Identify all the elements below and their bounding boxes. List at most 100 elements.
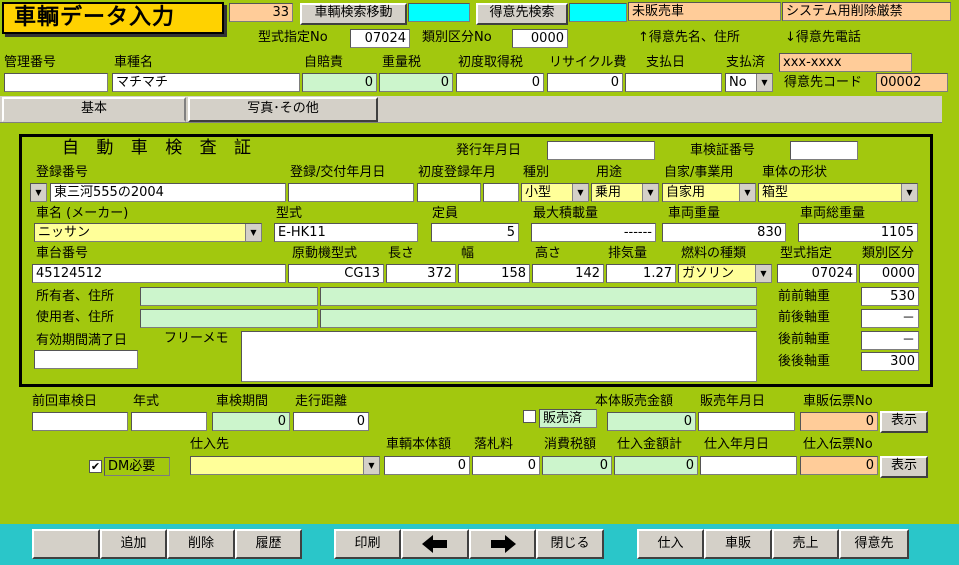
fr-axle-label: 前後軸重: [778, 310, 831, 325]
dm-checkbox[interactable]: ✔: [89, 460, 102, 473]
fee-field[interactable]: 0: [472, 456, 540, 475]
mileage-field[interactable]: 0: [293, 412, 369, 431]
customer-search-button[interactable]: 得意先検索: [476, 3, 568, 25]
chevron-down-icon[interactable]: ▼: [642, 184, 658, 201]
period-label: 車検期間: [216, 394, 269, 409]
car-sale-button[interactable]: 車販: [704, 529, 772, 559]
body-price-field[interactable]: 0: [607, 412, 696, 431]
vehicle-weight-field[interactable]: 830: [662, 223, 786, 242]
expiry-label: 有効期間満了日: [36, 333, 128, 348]
max-load-label: 最大積載量: [533, 206, 599, 221]
mgmt-no-field[interactable]: [4, 73, 108, 92]
print-button[interactable]: 印刷: [334, 529, 401, 559]
chevron-down-icon[interactable]: ▼: [755, 265, 771, 282]
issue-date-field[interactable]: [547, 141, 655, 160]
chevron-down-icon[interactable]: ▼: [31, 184, 46, 201]
tab-photo[interactable]: 写真･その他: [188, 97, 378, 122]
delete-button[interactable]: 削除: [167, 529, 235, 559]
chevron-down-icon[interactable]: ▼: [739, 184, 755, 201]
paid-select[interactable]: No ▼: [725, 73, 773, 92]
type-select[interactable]: 小型 ▼: [521, 183, 589, 202]
dm-label: DM必要: [104, 457, 170, 476]
next-button[interactable]: [469, 529, 536, 559]
total-label: 仕入金額計: [617, 437, 683, 452]
supplier-label: 仕入先: [190, 437, 230, 452]
ff-axle-field[interactable]: 530: [861, 287, 919, 306]
model-field[interactable]: E-HK11: [274, 223, 418, 242]
car-price-field[interactable]: 0: [384, 456, 470, 475]
recycle-field[interactable]: 0: [547, 73, 623, 92]
use-select[interactable]: 乗用 ▼: [591, 183, 659, 202]
first-reg-label: 初度登録年月: [418, 165, 497, 180]
model-name-field[interactable]: マチマチ: [112, 73, 300, 92]
chevron-down-icon[interactable]: ▼: [363, 457, 379, 474]
user-address-field[interactable]: [320, 309, 757, 328]
chevron-down-icon[interactable]: ▼: [901, 184, 917, 201]
chevron-down-icon[interactable]: ▼: [572, 184, 588, 201]
capacity-field[interactable]: 5: [431, 223, 519, 242]
body-select[interactable]: 箱型 ▼: [758, 183, 918, 202]
reg-date-field[interactable]: [288, 183, 414, 202]
purchase-tax-field[interactable]: 0: [542, 456, 612, 475]
first-reg-year-field[interactable]: [417, 183, 481, 202]
fr-axle-field[interactable]: －: [861, 309, 919, 328]
vehicle-search-button[interactable]: 車輌検索移動: [300, 3, 407, 25]
max-load-field[interactable]: ------: [531, 223, 656, 242]
acq-tax-field[interactable]: 0: [456, 73, 544, 92]
first-reg-month-field[interactable]: [483, 183, 519, 202]
supplier-select[interactable]: ▼: [190, 456, 380, 475]
rf-axle-field[interactable]: －: [861, 331, 919, 350]
gross-weight-field[interactable]: 1105: [798, 223, 918, 242]
owner-address-field[interactable]: [320, 287, 757, 306]
spec-field[interactable]: 07024: [777, 264, 857, 283]
height-field[interactable]: 142: [532, 264, 604, 283]
length-field[interactable]: 372: [386, 264, 456, 283]
model-spec-field[interactable]: 07024: [350, 29, 410, 48]
chevron-down-icon[interactable]: ▼: [756, 74, 772, 91]
customer-search-field[interactable]: [569, 3, 627, 22]
purchase-date-field[interactable]: [700, 456, 797, 475]
engine-label: 原動機型式: [292, 246, 358, 261]
chevron-down-icon[interactable]: ▼: [245, 224, 261, 241]
chassis-field[interactable]: 45124512: [32, 264, 286, 283]
vehicle-search-field[interactable]: [408, 3, 470, 22]
jibaiseki-field[interactable]: 0: [302, 73, 377, 92]
close-button[interactable]: 閉じる: [536, 529, 604, 559]
blank-button[interactable]: [32, 529, 100, 559]
fuel-select[interactable]: ガソリン ▼: [678, 264, 772, 283]
rr-axle-field[interactable]: 300: [861, 352, 919, 371]
add-button[interactable]: 追加: [100, 529, 167, 559]
owner-name-field[interactable]: [140, 287, 318, 306]
show-sale-slip-button[interactable]: 表示: [880, 411, 928, 433]
purchase-button[interactable]: 仕入: [637, 529, 704, 559]
class-field[interactable]: 0000: [512, 29, 568, 48]
displacement-field[interactable]: 1.27: [606, 264, 676, 283]
private-select[interactable]: 自家用 ▼: [662, 183, 756, 202]
width-field[interactable]: 158: [458, 264, 530, 283]
memo-field[interactable]: [241, 331, 757, 382]
customer-button[interactable]: 得意先: [839, 529, 909, 559]
sales-button[interactable]: 売上: [772, 529, 839, 559]
pay-date-field[interactable]: [625, 73, 722, 92]
reg-no-field[interactable]: 東三河555の2004: [50, 183, 286, 202]
tab-basic[interactable]: 基本: [2, 97, 186, 122]
sale-date-field[interactable]: [698, 412, 795, 431]
page-title: 車輌データ入力: [14, 5, 176, 30]
user-name-field[interactable]: [140, 309, 318, 328]
show-purchase-slip-button[interactable]: 表示: [880, 456, 928, 478]
period-field[interactable]: 0: [212, 412, 290, 431]
year-field[interactable]: [131, 412, 207, 431]
prev-insp-field[interactable]: [32, 412, 128, 431]
prev-button[interactable]: [401, 529, 469, 559]
history-button[interactable]: 履歴: [235, 529, 302, 559]
sold-checkbox[interactable]: [523, 410, 536, 423]
reg-prefix-select[interactable]: ▼: [30, 183, 47, 202]
maker-select[interactable]: ニッサン ▼: [34, 223, 262, 242]
cert-no-field[interactable]: [790, 141, 858, 160]
expiry-field[interactable]: [34, 350, 138, 369]
vehicle-weight-label: 車両重量: [668, 206, 721, 221]
class-section-field[interactable]: 0000: [859, 264, 919, 283]
engine-field[interactable]: CG13: [288, 264, 384, 283]
use-label: 用途: [596, 165, 623, 180]
weight-tax-field[interactable]: 0: [379, 73, 453, 92]
